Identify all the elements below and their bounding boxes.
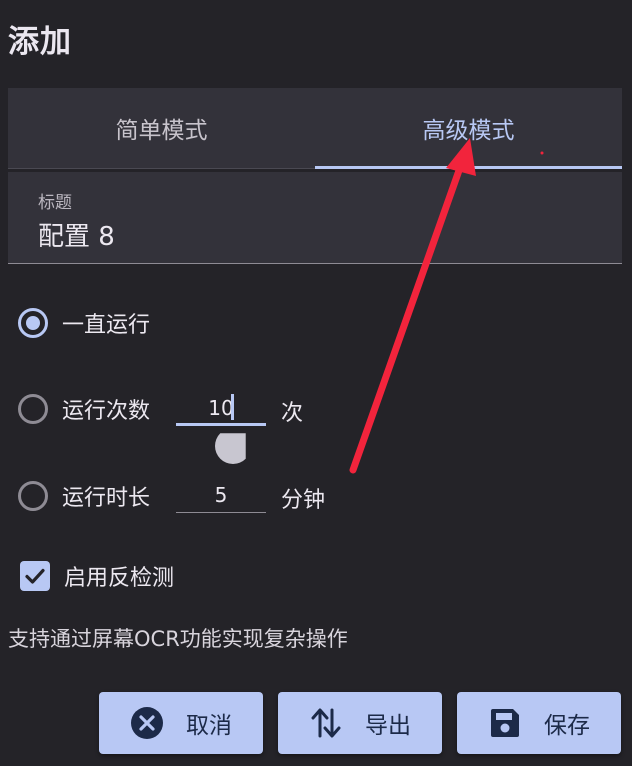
dialog-title: 添加 [8,24,72,60]
checkmark-icon [25,568,45,584]
swap-vertical-icon [309,706,343,740]
radio-duration-label: 运行时长 [62,486,151,511]
run-count-value[interactable]: 10 [176,396,266,420]
title-field[interactable]: 标题 配置 8 [8,172,622,264]
export-button[interactable]: 导出 [278,692,442,754]
radio-duration[interactable] [18,481,48,511]
run-duration-underline [176,512,266,513]
anti-detect-checkbox[interactable] [20,561,50,591]
cancel-button-label: 取消 [186,713,232,739]
radio-row-duration[interactable]: 运行时长 [18,476,150,516]
text-caret [231,394,234,420]
title-field-label: 标题 [38,193,72,213]
radio-row-count[interactable]: 运行次数 [18,389,150,429]
add-config-dialog: 添加 简单模式 高级模式 标题 配置 8 一直运行 运行次数 10 次 运行时长… [0,0,632,766]
title-field-value[interactable]: 配置 8 [38,216,115,253]
radio-always-label: 一直运行 [62,313,151,338]
floppy-disk-icon [488,706,522,740]
radio-count-label: 运行次数 [62,399,151,424]
run-count-unit: 次 [281,401,304,426]
tab-simple-mode[interactable]: 简单模式 [8,88,315,168]
anti-detect-label: 启用反检测 [64,566,175,591]
tab-indicator [315,166,622,169]
run-duration-input[interactable]: 5 [176,475,266,519]
run-count-input[interactable]: 10 [176,388,266,432]
cancel-button[interactable]: 取消 [99,692,263,754]
run-duration-value[interactable]: 5 [176,483,266,507]
anti-detect-row[interactable]: 启用反检测 [20,560,174,592]
close-circle-icon [130,706,164,740]
radio-count[interactable] [18,394,48,424]
export-button-label: 导出 [365,713,411,739]
radio-always[interactable] [18,308,48,338]
tab-advanced-mode[interactable]: 高级模式 [315,88,622,168]
save-button[interactable]: 保存 [457,692,621,754]
run-count-underline [176,423,266,426]
radio-row-always[interactable]: 一直运行 [18,303,150,343]
helper-text: 支持通过屏幕OCR功能实现复杂操作 [8,627,348,651]
save-button-label: 保存 [544,713,590,739]
text-selection-handle-icon[interactable] [215,428,251,464]
mode-tab-bar: 简单模式 高级模式 [8,88,622,169]
run-duration-unit: 分钟 [281,488,326,513]
